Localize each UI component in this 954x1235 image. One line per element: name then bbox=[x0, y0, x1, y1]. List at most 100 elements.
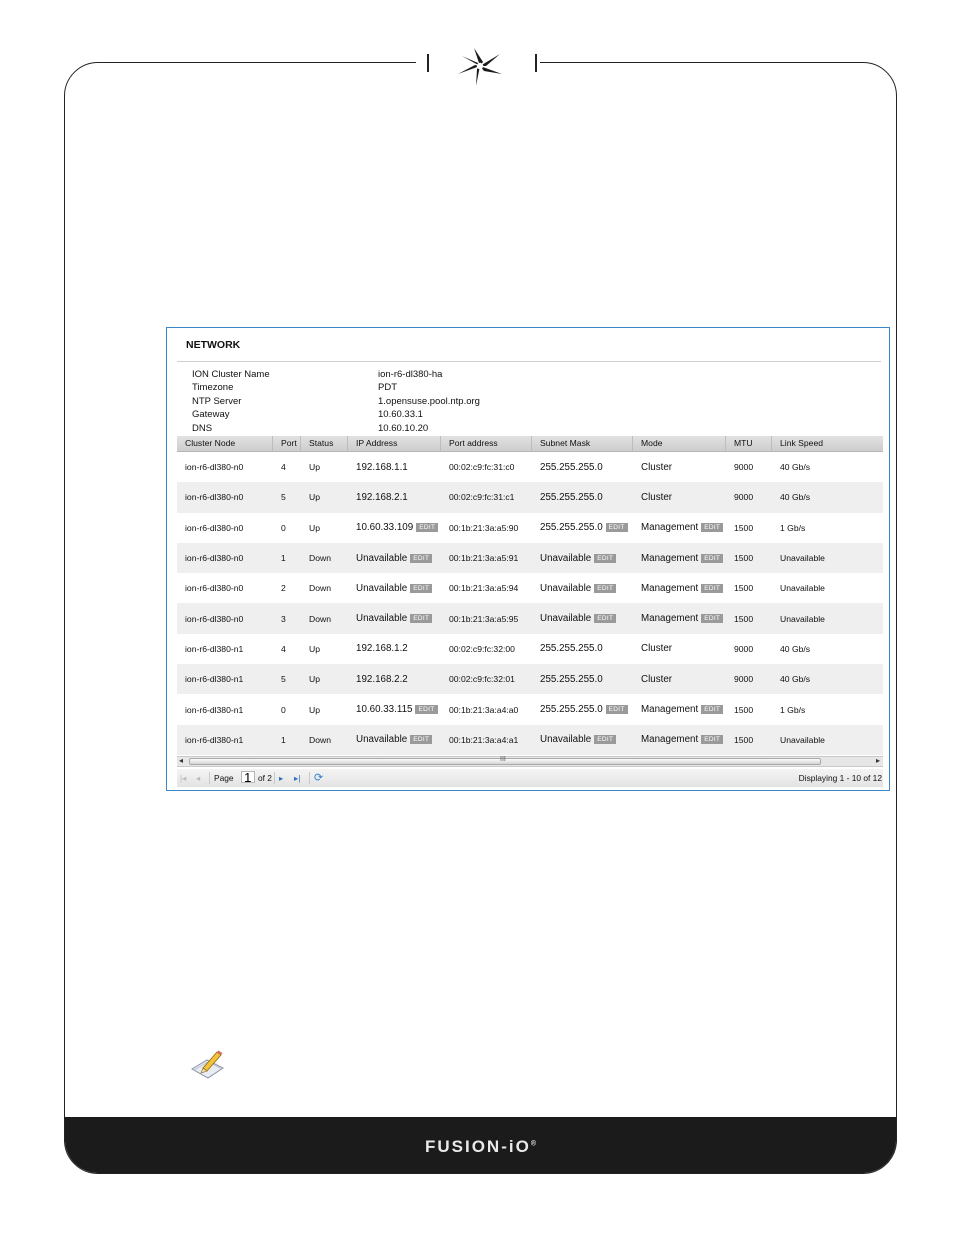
info-row-cluster-name: ION Cluster Name ion-r6-dl380-ha bbox=[192, 368, 480, 381]
cell-subnet-mask-text: 255.255.255.0 bbox=[540, 461, 603, 473]
cell-mtu-text: 1500 bbox=[734, 734, 754, 745]
page-number-input[interactable] bbox=[241, 771, 255, 783]
column-header-link-speed[interactable]: Link Speed bbox=[772, 436, 883, 451]
footer-band: FUSION-iO® bbox=[65, 1117, 896, 1173]
column-header-port-address[interactable]: Port address bbox=[441, 436, 532, 451]
cell-subnet-mask: Unavailable EDIT bbox=[532, 583, 633, 594]
cell-status: Up bbox=[301, 492, 348, 502]
cell-cluster-node-text: ion-r6-dl380-n1 bbox=[185, 643, 244, 654]
column-header-mode[interactable]: Mode bbox=[633, 436, 726, 451]
grid-body: ion-r6-dl380-n0 4 Up 192.168.1.1 00:02:c9:fc… bbox=[177, 452, 883, 755]
column-header-ip-address[interactable]: IP Address bbox=[348, 436, 441, 451]
cell-port: 1 bbox=[273, 735, 301, 745]
cell-port: 5 bbox=[273, 492, 301, 502]
cell-subnet-mask-text: Unavailable bbox=[540, 613, 592, 625]
cell-status: Up bbox=[301, 674, 348, 684]
first-page-icon[interactable]: |◂ bbox=[180, 773, 186, 783]
cell-cluster-node: ion-r6-dl380-n1 bbox=[177, 644, 273, 654]
table-row[interactable]: ion-r6-dl380-n1 0 Up 10.60.33.115 EDIT 00:1b:… bbox=[177, 694, 883, 724]
scroll-right-icon[interactable]: ▸ bbox=[876, 756, 880, 765]
cell-cluster-node: ion-r6-dl380-n1 bbox=[177, 674, 273, 684]
cell-mtu: 1500 bbox=[726, 705, 772, 715]
column-header-status[interactable]: Status bbox=[301, 436, 348, 451]
edit-button[interactable]: EDIT bbox=[701, 735, 724, 745]
table-row[interactable]: ion-r6-dl380-n0 3 Down Unavailable EDIT 00:1b… bbox=[177, 603, 883, 634]
cell-port-address: 00:02:c9:fc:32:00 bbox=[441, 644, 532, 654]
table-row[interactable]: ion-r6-dl380-n0 1 Down Unavailable EDIT 00:1b… bbox=[177, 542, 883, 574]
edit-button[interactable]: EDIT bbox=[701, 583, 724, 593]
cell-mtu: 1500 bbox=[726, 583, 772, 593]
last-page-icon[interactable]: ▸| bbox=[294, 773, 300, 783]
cell-mtu: 9000 bbox=[726, 492, 772, 502]
next-page-icon[interactable]: ▸ bbox=[279, 773, 283, 783]
edit-button[interactable]: EDIT bbox=[605, 705, 628, 715]
column-header-cluster-node[interactable]: Cluster Node bbox=[177, 436, 273, 451]
edit-button[interactable]: EDIT bbox=[415, 705, 438, 715]
edit-button[interactable]: EDIT bbox=[605, 523, 628, 533]
info-label: DNS bbox=[192, 422, 213, 434]
cell-link-speed-text: 40 Gb/s bbox=[780, 643, 811, 654]
cell-mtu-text: 9000 bbox=[734, 643, 754, 654]
cell-status-text: Up bbox=[309, 522, 320, 533]
table-row[interactable]: ion-r6-dl380-n0 4 Up 192.168.1.1 00:02:c9:fc… bbox=[177, 452, 883, 482]
cell-port-address: 00:1b:21:3a:a4:a1 bbox=[441, 735, 532, 745]
cell-status-text: Up bbox=[309, 462, 320, 473]
cell-ip-address-text: Unavailable bbox=[356, 734, 408, 746]
edit-button[interactable]: EDIT bbox=[701, 553, 724, 563]
previous-page-icon[interactable]: ◂ bbox=[196, 773, 200, 783]
refresh-icon[interactable]: ⟳ bbox=[314, 771, 323, 784]
cell-mtu-text: 1500 bbox=[734, 583, 754, 594]
table-row[interactable]: ion-r6-dl380-n0 5 Up 192.168.2.1 00:02:c9:fc… bbox=[177, 482, 883, 513]
cell-mtu-text: 1500 bbox=[734, 522, 754, 533]
cell-subnet-mask-text: 255.255.255.0 bbox=[540, 673, 603, 685]
scrollbar-grip: III bbox=[500, 756, 506, 763]
cell-status: Up bbox=[301, 523, 348, 533]
toolbar-separator bbox=[209, 772, 210, 784]
edit-button[interactable]: EDIT bbox=[594, 614, 617, 624]
edit-button[interactable]: EDIT bbox=[594, 553, 617, 563]
column-header-subnet-mask[interactable]: Subnet Mask bbox=[532, 436, 633, 451]
edit-button[interactable]: EDIT bbox=[410, 735, 433, 745]
cell-mtu-text: 9000 bbox=[734, 492, 754, 503]
column-header-port[interactable]: Port bbox=[273, 436, 301, 451]
edit-button[interactable]: EDIT bbox=[701, 523, 724, 533]
cell-mode: Management EDIT bbox=[633, 553, 726, 564]
cell-link-speed-text: 40 Gb/s bbox=[780, 674, 811, 685]
table-row[interactable]: ion-r6-dl380-n0 0 Up 10.60.33.109 EDIT 00:1b:… bbox=[177, 513, 883, 543]
cell-port-text: 2 bbox=[281, 583, 286, 594]
cell-port-address-text: 00:02:c9:fc:32:01 bbox=[449, 674, 515, 685]
edit-button[interactable]: EDIT bbox=[410, 553, 433, 563]
edit-button[interactable]: EDIT bbox=[594, 735, 617, 745]
cell-status-text: Down bbox=[309, 553, 331, 564]
grid-header: Cluster Node Port Status IP Address Port… bbox=[177, 436, 883, 452]
edit-button[interactable]: EDIT bbox=[701, 614, 724, 624]
cell-subnet-mask: 255.255.255.0 bbox=[532, 492, 633, 503]
cell-mode: Management EDIT bbox=[633, 704, 726, 715]
edit-button[interactable]: EDIT bbox=[416, 523, 439, 533]
edit-button[interactable]: EDIT bbox=[701, 705, 724, 715]
display-count: Displaying 1 - 10 of 12 bbox=[798, 773, 882, 783]
scrollbar-thumb[interactable]: III bbox=[189, 756, 821, 765]
edit-button[interactable]: EDIT bbox=[410, 583, 433, 593]
edit-button[interactable]: EDIT bbox=[594, 583, 617, 593]
cell-mtu: 9000 bbox=[726, 644, 772, 654]
cell-mode-text: Cluster bbox=[641, 461, 673, 473]
horizontal-scrollbar[interactable]: ◂ III ▸ bbox=[177, 756, 883, 767]
cell-link-speed: Unavailable bbox=[772, 583, 883, 593]
cell-mode: Cluster bbox=[633, 643, 726, 654]
cell-subnet-mask-text: 255.255.255.0 bbox=[540, 522, 603, 534]
table-row[interactable]: ion-r6-dl380-n1 4 Up 192.168.1.2 00:02:c9:fc… bbox=[177, 634, 883, 664]
cell-mtu: 1500 bbox=[726, 523, 772, 533]
cell-mode-text: Management bbox=[641, 522, 699, 534]
table-row[interactable]: ion-r6-dl380-n0 2 Down Unavailable EDIT 00:1b… bbox=[177, 573, 883, 603]
table-row[interactable]: ion-r6-dl380-n1 5 Up 192.168.2.2 00:02:c9:fc… bbox=[177, 664, 883, 695]
column-header-mtu[interactable]: MTU bbox=[726, 436, 772, 451]
cell-subnet-mask-text: 255.255.255.0 bbox=[540, 491, 603, 503]
cell-port: 0 bbox=[273, 523, 301, 533]
edit-button[interactable]: EDIT bbox=[410, 614, 433, 624]
scroll-left-icon[interactable]: ◂ bbox=[179, 756, 183, 765]
table-row[interactable]: ion-r6-dl380-n1 1 Down Unavailable EDIT 00:1b… bbox=[177, 724, 883, 755]
toolbar-separator bbox=[274, 772, 275, 784]
cell-status-text: Up bbox=[309, 643, 320, 654]
cell-subnet-mask: Unavailable EDIT bbox=[532, 734, 633, 745]
